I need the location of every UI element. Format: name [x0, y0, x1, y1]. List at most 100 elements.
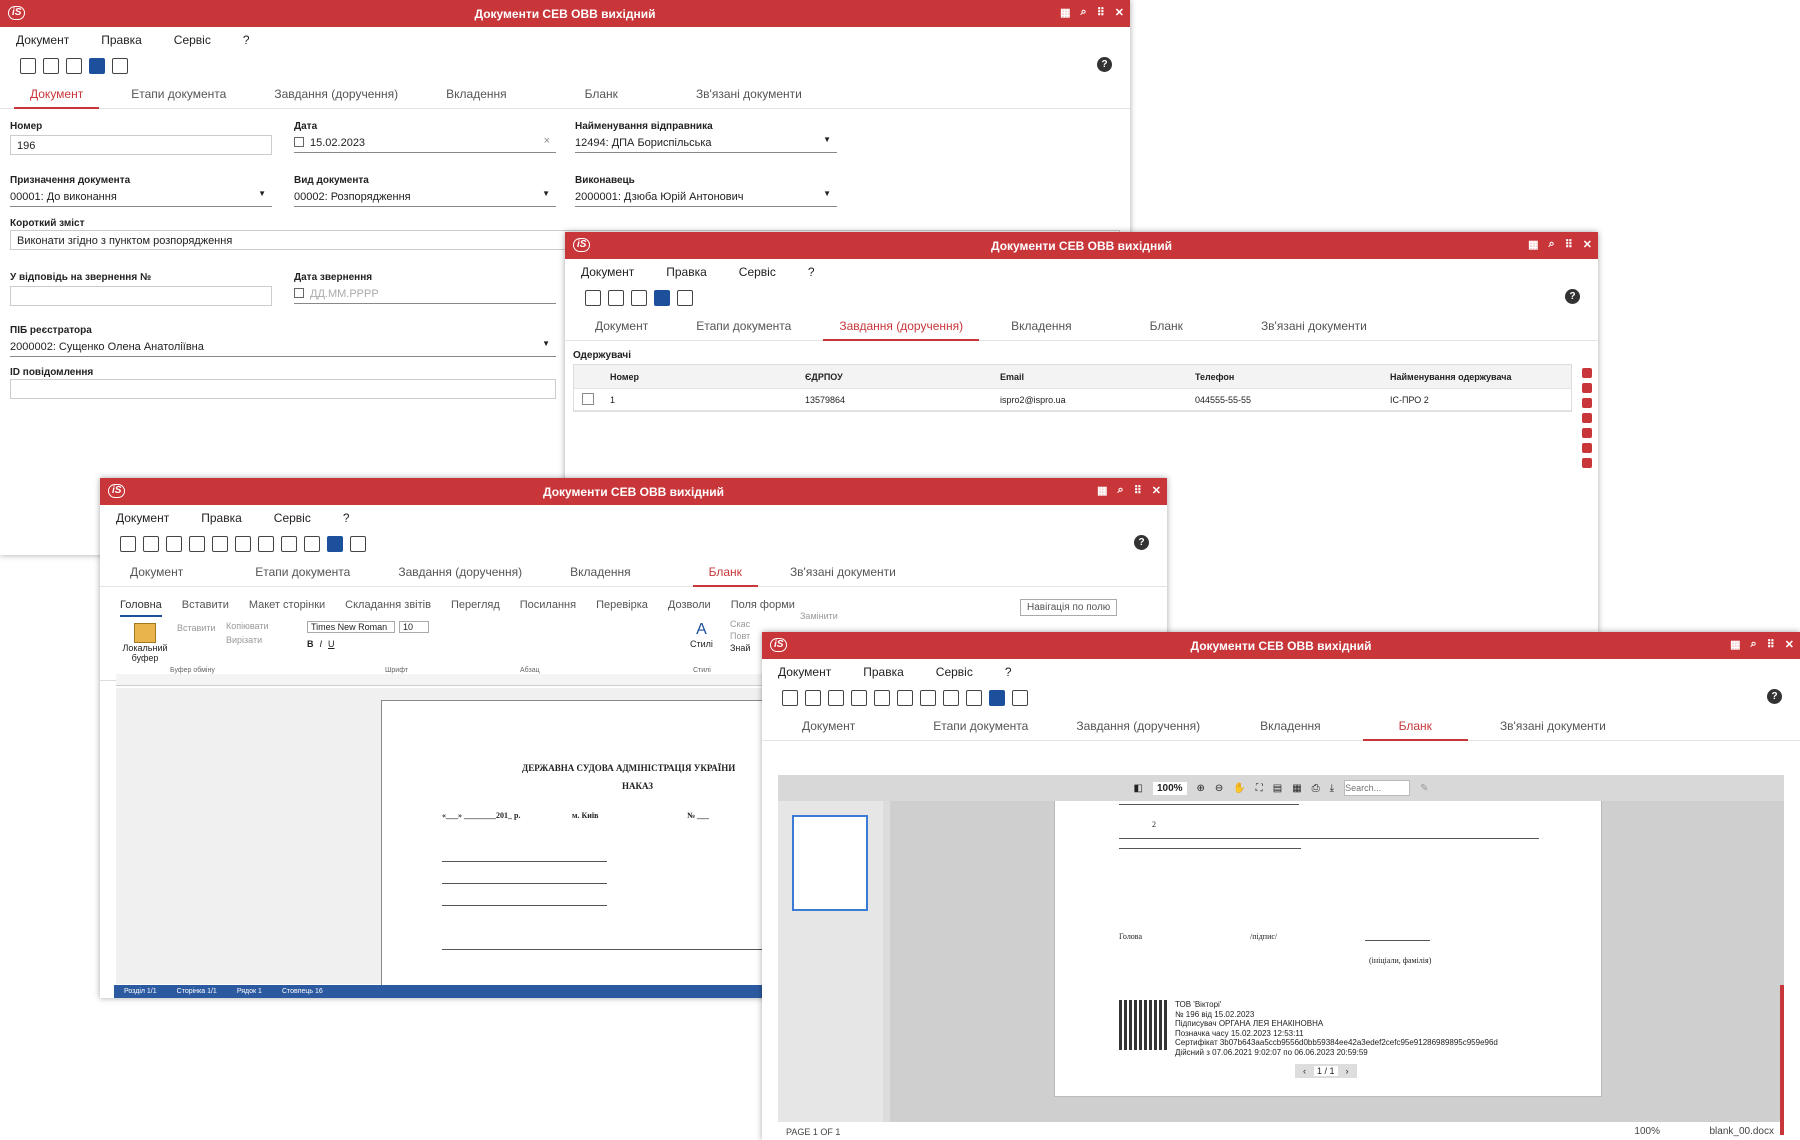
replace-button[interactable]: Замінити: [800, 611, 838, 621]
file-icon[interactable]: [897, 690, 913, 706]
ribbon-tab-permissions[interactable]: Дозволи: [668, 599, 711, 617]
tab-stages[interactable]: Етапи документа: [680, 311, 807, 340]
tab-linked[interactable]: Зв'язані документи: [1484, 711, 1622, 740]
tab-document[interactable]: Документ: [786, 711, 871, 740]
grid-icon[interactable]: ▦: [1528, 238, 1538, 251]
tab-stages[interactable]: Етапи документа: [115, 79, 242, 108]
clipboard-icon[interactable]: [66, 58, 82, 74]
menu-help[interactable]: ?: [1005, 665, 1012, 679]
search-icon[interactable]: ⌕: [1549, 238, 1555, 251]
hierarchy-icon[interactable]: [608, 290, 624, 306]
menu-help[interactable]: ?: [243, 33, 250, 47]
save-icon[interactable]: [327, 536, 343, 552]
filter-icon[interactable]: [1582, 428, 1592, 438]
appeal-date-field[interactable]: ДД.ММ.РРРР: [294, 284, 556, 304]
font-size-select[interactable]: 10: [399, 621, 429, 633]
tab-attachments[interactable]: Вкладення: [554, 557, 647, 586]
col-email[interactable]: Email: [994, 372, 1189, 382]
tab-tasks[interactable]: Завдання (доручення): [382, 557, 538, 586]
refresh-icon[interactable]: [805, 690, 821, 706]
hierarchy-icon[interactable]: [43, 58, 59, 74]
import-icon[interactable]: [851, 690, 867, 706]
menu-document[interactable]: Документ: [116, 511, 169, 525]
scrollbar[interactable]: [1780, 985, 1784, 1135]
exit-icon[interactable]: [350, 536, 366, 552]
help-icon[interactable]: ?: [1097, 57, 1112, 72]
menu-edit[interactable]: Правка: [863, 665, 904, 679]
cut-button[interactable]: Вирізати: [226, 635, 262, 645]
zoom-out-icon[interactable]: ⊖: [1215, 783, 1223, 794]
search-icon[interactable]: ⌕: [1751, 638, 1757, 651]
annotate-icon[interactable]: ✎: [1420, 783, 1428, 794]
exit-icon[interactable]: [112, 58, 128, 74]
col-number[interactable]: Номер: [604, 372, 799, 382]
tab-document[interactable]: Документ: [114, 557, 199, 586]
close-icon[interactable]: ✕: [1115, 6, 1124, 19]
delete-icon[interactable]: [1582, 383, 1592, 393]
local-buffer-button[interactable]: Локальний буфер: [122, 623, 168, 663]
bold-button[interactable]: B: [307, 639, 314, 649]
tab-blank[interactable]: Бланк: [1362, 711, 1469, 741]
menu-edit[interactable]: Правка: [666, 265, 707, 279]
close-icon[interactable]: ✕: [1785, 638, 1794, 651]
structure-icon[interactable]: [828, 690, 844, 706]
ribbon-tab-references[interactable]: Посилання: [520, 599, 576, 617]
menu-service[interactable]: Сервіс: [936, 665, 973, 679]
view-icon[interactable]: [1582, 368, 1592, 378]
tab-linked[interactable]: Зв'язані документи: [1245, 311, 1383, 340]
redo-button[interactable]: Повт: [730, 631, 750, 641]
reply-field[interactable]: [10, 286, 272, 306]
registrar-select[interactable]: 2000002: Сущенко Олена Анатоліївна ▼: [10, 337, 556, 357]
grid-icon[interactable]: ▦: [1060, 6, 1070, 19]
styles-button[interactable]: A Стилі: [690, 621, 713, 649]
print-icon[interactable]: ⎙: [1312, 783, 1320, 794]
export-icon[interactable]: [212, 536, 228, 552]
grid-icon[interactable]: ▦: [1730, 638, 1740, 651]
search-icon[interactable]: [1582, 398, 1592, 408]
menu-help[interactable]: ?: [808, 265, 815, 279]
copy-button[interactable]: Копіювати: [226, 621, 269, 631]
number-field[interactable]: 196: [10, 135, 272, 155]
zoom-select[interactable]: 100%: [1152, 781, 1187, 795]
underline-button[interactable]: U: [328, 639, 335, 649]
tab-attachments[interactable]: Вкладення: [995, 311, 1088, 340]
font-name-select[interactable]: Times New Roman: [307, 621, 395, 633]
pdf-icon[interactable]: [258, 536, 274, 552]
clipboard-icon[interactable]: [966, 690, 982, 706]
col-phone[interactable]: Телефон: [1189, 372, 1384, 382]
menu-document[interactable]: Документ: [581, 265, 634, 279]
exit-icon[interactable]: [1012, 690, 1028, 706]
tab-blank[interactable]: Бланк: [692, 557, 759, 587]
calendar-icon[interactable]: [294, 288, 304, 298]
menu-document[interactable]: Документ: [16, 33, 69, 47]
import-icon[interactable]: [189, 536, 205, 552]
purpose-select[interactable]: 00001: До виконання ▼: [10, 187, 272, 207]
msg-id-field[interactable]: [10, 379, 556, 399]
print-icon[interactable]: [585, 290, 601, 306]
save-icon[interactable]: [654, 290, 670, 306]
executor-select[interactable]: 2000001: Дзюба Юрій Антонович ▼: [575, 187, 837, 207]
search-icon[interactable]: ⌕: [1081, 6, 1087, 19]
tab-stages[interactable]: Етапи документа: [239, 557, 366, 586]
prev-page-icon[interactable]: ‹: [1303, 1066, 1306, 1076]
field-navigation-button[interactable]: Навігація по полю: [1020, 599, 1118, 616]
clear-icon[interactable]: ×: [544, 135, 550, 147]
sidebar-toggle-icon[interactable]: ◧: [1134, 783, 1143, 794]
close-icon[interactable]: ✕: [1583, 238, 1592, 251]
col-recipient-name[interactable]: Найменування одержувача: [1384, 372, 1564, 382]
search-input[interactable]: [1344, 780, 1411, 796]
help-icon[interactable]: ?: [1767, 689, 1782, 704]
tab-document[interactable]: Документ: [14, 79, 100, 109]
ribbon-tab-form-fields[interactable]: Поля форми: [731, 599, 795, 617]
find-button[interactable]: Знай: [730, 643, 750, 653]
tab-tasks[interactable]: Завдання (доручення): [258, 79, 414, 108]
menu-help[interactable]: ?: [343, 511, 350, 525]
calendar-icon[interactable]: [294, 137, 304, 147]
table-row[interactable]: 1 13579864 ispro2@ispro.ua 044555-55-55 …: [574, 389, 1571, 411]
file-icon[interactable]: [235, 536, 251, 552]
download-icon[interactable]: [1582, 458, 1592, 468]
save-icon[interactable]: [89, 58, 105, 74]
tab-blank[interactable]: Бланк: [1134, 311, 1199, 340]
menu-service[interactable]: Сервіс: [174, 33, 211, 47]
print-icon[interactable]: [20, 58, 36, 74]
